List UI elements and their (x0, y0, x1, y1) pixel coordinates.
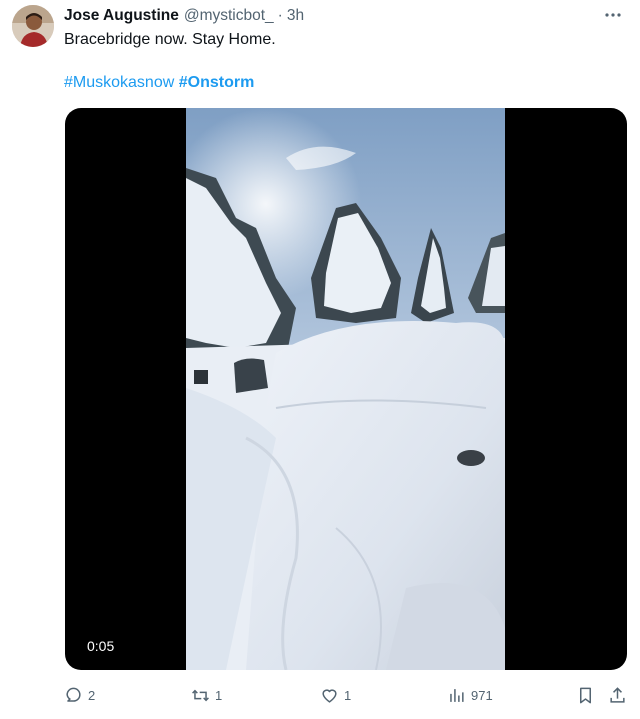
author-display-name[interactable]: Jose Augustine (64, 7, 179, 25)
views-count: 971 (471, 687, 493, 703)
video-player[interactable]: 0:05 (65, 108, 627, 670)
tweet-actions: 2 1 1 971 (64, 684, 626, 706)
share-button[interactable] (608, 686, 627, 705)
hashtags: #Muskokasnow #Onstorm (64, 74, 254, 92)
hashtag-link[interactable]: #Onstorm (179, 74, 255, 91)
views-chart-icon (450, 688, 464, 702)
reply-count: 2 (88, 687, 96, 703)
views-button[interactable]: 971 (447, 686, 493, 705)
avatar[interactable] (12, 5, 54, 47)
tweet-time[interactable]: 3h (287, 7, 304, 25)
author-handle[interactable]: @mysticbot_ (184, 7, 274, 25)
retweet-button[interactable]: 1 (191, 686, 222, 705)
share-icon (610, 686, 625, 703)
reply-icon (66, 687, 81, 702)
like-button[interactable]: 1 (320, 686, 351, 705)
tweet-header: Jose Augustine @mysticbot_ · 3h (64, 6, 624, 26)
heart-icon (322, 688, 337, 703)
retweet-icon (192, 689, 209, 701)
retweet-count: 1 (215, 687, 223, 703)
like-count: 1 (344, 687, 352, 703)
more-horizontal-icon[interactable] (602, 4, 624, 26)
separator-dot: · (277, 7, 283, 24)
reply-button[interactable]: 2 (64, 686, 95, 705)
video-frame (186, 108, 505, 670)
hashtag-link[interactable]: #Muskokasnow (64, 74, 174, 91)
tweet-text: Bracebridge now. Stay Home. (64, 31, 276, 48)
bookmark-button[interactable] (576, 686, 595, 705)
avatar-image (12, 5, 54, 47)
bookmark-icon (579, 687, 592, 703)
video-duration-label: 0:05 (87, 638, 115, 654)
